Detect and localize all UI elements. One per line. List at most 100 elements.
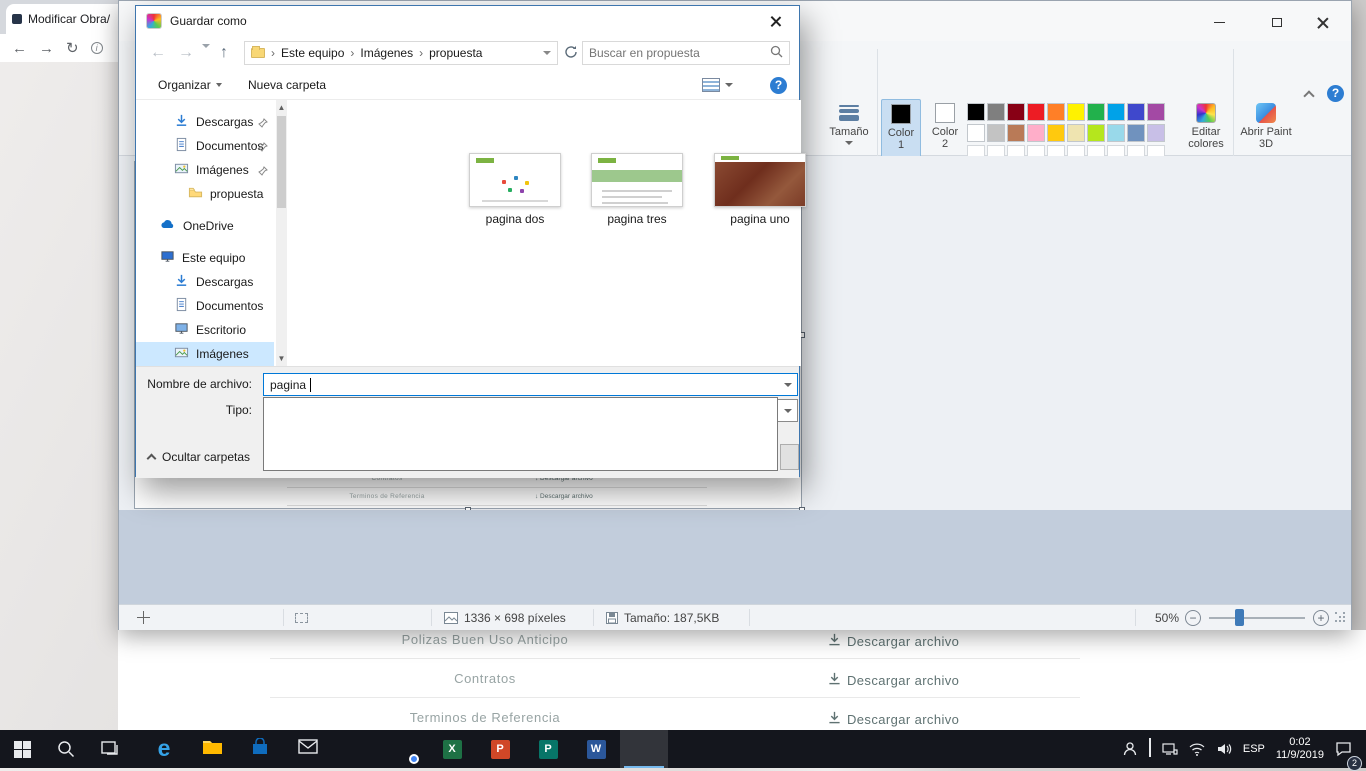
help-icon[interactable]: ?: [1327, 85, 1344, 102]
zoom-out-button[interactable]: −: [1185, 610, 1201, 626]
address-dropdown-icon[interactable]: [543, 51, 551, 55]
zoom-slider[interactable]: [1209, 617, 1305, 619]
palette-swatch[interactable]: [1087, 124, 1105, 142]
minimize-button[interactable]: [1196, 9, 1242, 35]
volume-icon[interactable]: [1216, 742, 1232, 756]
search-icon[interactable]: [770, 45, 783, 61]
color1-button[interactable]: Color 1: [881, 99, 921, 163]
filetype-dropdown-icon[interactable]: [778, 400, 797, 421]
file-name-label[interactable]: pagina dos: [455, 212, 575, 226]
sidebar-item-descargas[interactable]: Descargas: [136, 110, 274, 134]
taskbar-app-edge[interactable]: e: [140, 730, 188, 768]
palette-swatch[interactable]: [1007, 103, 1025, 121]
taskbar-app-chrome[interactable]: [380, 730, 428, 768]
open-paint3d-button[interactable]: Abrir Paint 3D: [1239, 99, 1293, 150]
palette-swatch[interactable]: [1067, 103, 1085, 121]
file-name-label[interactable]: pagina tres: [577, 212, 697, 226]
language-indicator[interactable]: ESP: [1243, 743, 1265, 755]
filename-input[interactable]: pagina: [263, 373, 798, 396]
cancel-button[interactable]: [780, 444, 799, 470]
scrollbar-thumb[interactable]: [277, 116, 286, 208]
download-link[interactable]: Descargar archivo: [828, 710, 959, 728]
browser-reload-icon[interactable]: ↻: [66, 41, 79, 56]
taskbar-app-file-explorer[interactable]: [188, 730, 236, 768]
palette-swatch[interactable]: [1047, 103, 1065, 121]
taskbar-app-paint[interactable]: [620, 730, 668, 768]
filename-autocomplete-dropdown[interactable]: [263, 397, 778, 471]
palette-swatch[interactable]: [1027, 103, 1045, 121]
palette-swatch[interactable]: [967, 124, 985, 142]
taskbar-app-store[interactable]: [236, 730, 284, 768]
back-button[interactable]: ←: [150, 44, 166, 62]
action-center-icon[interactable]: 2: [1335, 741, 1352, 757]
sidebar-item-imagenes[interactable]: Imágenes: [136, 342, 274, 366]
scroll-down-icon[interactable]: ▼: [276, 351, 287, 366]
breadcrumb-this-pc[interactable]: Este equipo: [275, 46, 350, 60]
taskbar-app-mail[interactable]: [284, 730, 332, 768]
palette-swatch[interactable]: [987, 124, 1005, 142]
palette-swatch[interactable]: [1147, 103, 1165, 121]
palette-swatch[interactable]: [1027, 124, 1045, 142]
zoom-in-button[interactable]: +: [1313, 610, 1329, 626]
collapse-ribbon-icon[interactable]: [1303, 90, 1314, 101]
palette-swatch[interactable]: [987, 103, 1005, 121]
zoom-slider-thumb[interactable]: [1235, 609, 1244, 626]
sidebar-item-onedrive[interactable]: OneDrive: [136, 214, 274, 238]
download-link[interactable]: Descargar archivo: [828, 632, 959, 650]
dialog-titlebar[interactable]: Guardar como: [136, 6, 799, 36]
start-button[interactable]: [0, 730, 44, 768]
taskbar-app-publisher[interactable]: P: [524, 730, 572, 768]
download-link[interactable]: Descargar archivo: [828, 671, 959, 689]
palette-swatch[interactable]: [1087, 103, 1105, 121]
forward-button[interactable]: →: [178, 44, 194, 62]
breadcrumb-propuesta[interactable]: propuesta: [423, 46, 488, 60]
search-input[interactable]: Buscar en propuesta: [582, 41, 790, 65]
maximize-button[interactable]: [1254, 9, 1300, 35]
scroll-up-icon[interactable]: ▲: [276, 100, 287, 115]
filename-dropdown-icon[interactable]: [778, 374, 797, 395]
file-thumbnail-pagina-tres[interactable]: [591, 153, 683, 207]
up-button[interactable]: ↑: [220, 44, 228, 62]
browser-tab[interactable]: Modificar Obra/: [6, 4, 134, 34]
palette-swatch[interactable]: [1107, 103, 1125, 121]
sidebar-item-documentos[interactable]: Documentos: [136, 294, 274, 318]
file-thumbnail-pagina-dos[interactable]: [469, 153, 561, 207]
breadcrumb-pictures[interactable]: Imágenes: [354, 46, 419, 60]
palette-swatch[interactable]: [1007, 124, 1025, 142]
page-info-icon[interactable]: i: [91, 42, 103, 54]
change-view-button[interactable]: [702, 70, 733, 100]
sidebar-item-este-equipo[interactable]: Este equipo: [136, 246, 274, 270]
refresh-icon[interactable]: [564, 45, 578, 62]
sidebar-item-escritorio[interactable]: Escritorio: [136, 318, 274, 342]
tray-expand-icon[interactable]: [1149, 740, 1151, 758]
dialog-close-button[interactable]: [753, 7, 798, 35]
file-name-label[interactable]: pagina uno: [700, 212, 820, 226]
taskbar-app-excel[interactable]: X: [428, 730, 476, 768]
history-caret-icon[interactable]: [202, 48, 210, 66]
sidebar-item-propuesta[interactable]: propuesta: [136, 182, 274, 206]
clock[interactable]: 0:02 11/9/2019: [1276, 736, 1324, 762]
task-view-button[interactable]: [88, 730, 132, 768]
file-thumbnail-pagina-uno[interactable]: [714, 153, 806, 207]
taskbar-app-word[interactable]: W: [572, 730, 620, 768]
palette-swatch[interactable]: [1067, 124, 1085, 142]
taskbar-app-firefox[interactable]: [332, 730, 380, 768]
dialog-help-button[interactable]: ?: [770, 70, 787, 100]
color2-button[interactable]: Color 2: [925, 99, 965, 163]
palette-swatch[interactable]: [1127, 124, 1145, 142]
close-button[interactable]: [1300, 9, 1346, 35]
palette-swatch[interactable]: [967, 103, 985, 121]
new-folder-button[interactable]: Nueva carpeta: [248, 70, 326, 100]
palette-swatch[interactable]: [1147, 124, 1165, 142]
palette-swatch[interactable]: [1107, 124, 1125, 142]
sidebar-item-documentos[interactable]: Documentos: [136, 134, 274, 158]
sidebar-item-imagenes[interactable]: Imágenes: [136, 158, 274, 182]
browser-back-icon[interactable]: ←: [12, 41, 27, 56]
palette-swatch[interactable]: [1047, 124, 1065, 142]
palette-swatch[interactable]: [1127, 103, 1145, 121]
taskbar-search-button[interactable]: [44, 730, 88, 768]
taskbar-app-powerpoint[interactable]: P: [476, 730, 524, 768]
edit-colors-button[interactable]: Editar colores: [1183, 99, 1229, 150]
sidebar-scrollbar[interactable]: ▲ ▼: [276, 100, 287, 366]
address-bar[interactable]: › Este equipo › Imágenes › propuesta: [244, 41, 558, 65]
